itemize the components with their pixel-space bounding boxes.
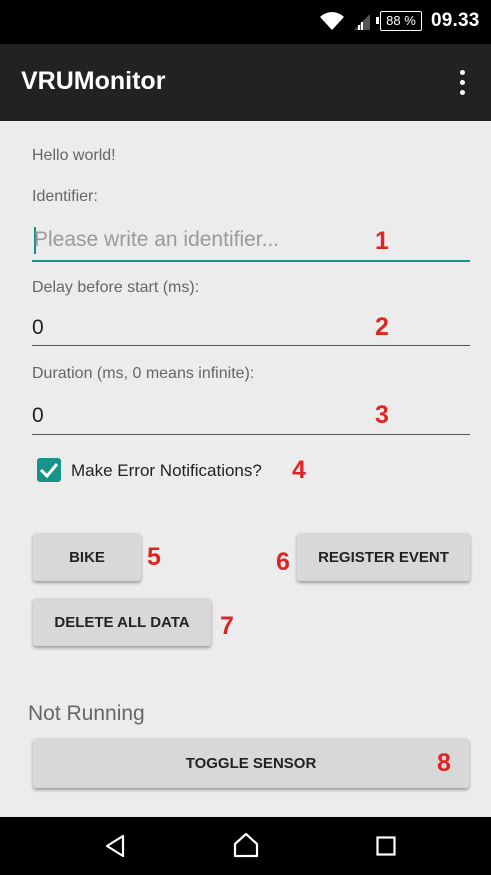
delete-all-data-button[interactable]: DELETE ALL DATA	[33, 598, 211, 646]
home-icon[interactable]	[232, 832, 260, 858]
duration-label: Duration (ms, 0 means infinite):	[32, 365, 255, 382]
error-notifications-label: Make Error Notifications?	[71, 461, 262, 480]
identifier-label: Identifier:	[32, 188, 98, 205]
back-icon[interactable]	[104, 834, 126, 858]
recents-icon[interactable]	[376, 836, 396, 856]
annotation-4: 4	[292, 456, 306, 484]
identifier-field[interactable]	[32, 220, 470, 262]
duration-field[interactable]	[32, 393, 470, 436]
annotation-5: 5	[147, 543, 161, 571]
duration-input[interactable]	[32, 396, 372, 436]
delay-label: Delay before start (ms):	[32, 279, 200, 296]
register-event-button[interactable]: REGISTER EVENT	[297, 533, 470, 581]
app-bar: VRUMonitor	[0, 44, 491, 121]
toggle-sensor-button[interactable]: TOGGLE SENSOR	[33, 738, 469, 788]
status-time: 09.33	[431, 10, 480, 31]
bike-button[interactable]: BIKE	[33, 533, 141, 581]
battery-percent: 88 %	[386, 13, 416, 28]
delay-input[interactable]	[32, 308, 372, 348]
annotation-7: 7	[220, 612, 234, 640]
navigation-bar	[0, 817, 491, 875]
signal-icon	[354, 14, 370, 30]
status-bar: 88 % 09.33	[0, 0, 491, 44]
wifi-icon	[320, 12, 344, 30]
annotation-8: 8	[437, 749, 451, 777]
annotation-3: 3	[375, 401, 389, 429]
app-title: VRUMonitor	[21, 67, 166, 95]
annotation-1: 1	[375, 227, 389, 255]
battery-icon: 88 %	[376, 11, 422, 31]
annotation-2: 2	[375, 313, 389, 341]
checkmark-icon	[39, 463, 59, 479]
delay-field[interactable]	[32, 304, 470, 348]
error-notifications-checkbox[interactable]	[37, 458, 61, 482]
annotation-6: 6	[276, 548, 290, 576]
sensor-status-text: Not Running	[28, 702, 145, 725]
identifier-input[interactable]	[32, 220, 372, 260]
overflow-menu-icon[interactable]	[455, 68, 469, 98]
greeting-text: Hello world!	[32, 147, 116, 164]
